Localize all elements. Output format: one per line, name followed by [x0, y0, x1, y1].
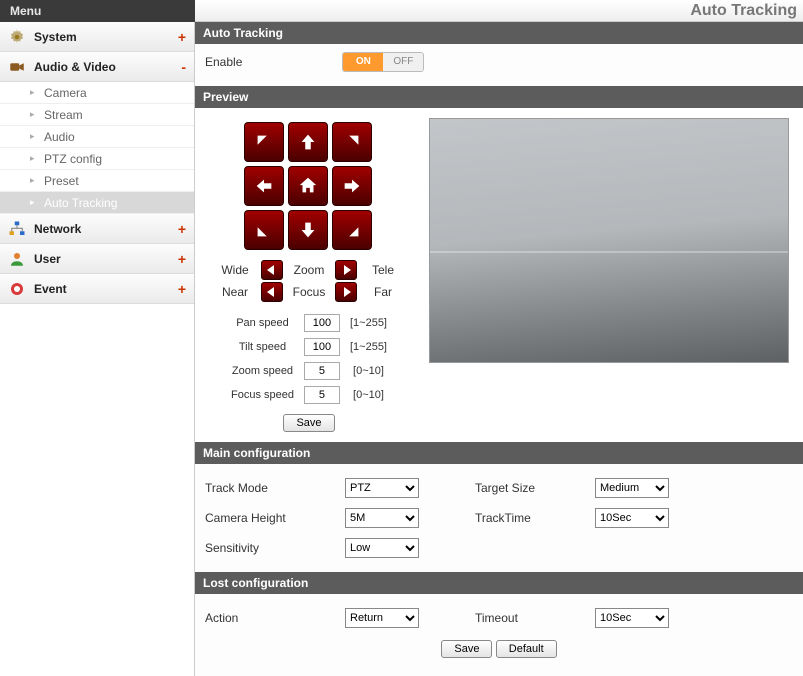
zoom-in-button[interactable]	[335, 260, 357, 280]
pan-speed-label: Pan speed	[227, 312, 298, 334]
ptz-home[interactable]	[288, 166, 328, 206]
expand-icon: +	[178, 221, 186, 237]
ptz-up-left[interactable]	[244, 122, 284, 162]
toggle-off[interactable]: OFF	[383, 53, 423, 71]
sidebar-item-auto-tracking[interactable]: ▸ Auto Tracking	[0, 192, 194, 214]
action-select[interactable]: Return	[345, 608, 419, 628]
sidebar-item-ptz-config[interactable]: ▸ PTZ config	[0, 148, 194, 170]
zoom-out-button[interactable]	[261, 260, 283, 280]
chevron-right-icon: ▸	[30, 131, 40, 142]
focus-near-button[interactable]	[261, 282, 283, 302]
focus-speed-range: [0~10]	[346, 384, 391, 406]
focus-far-label: Far	[363, 285, 403, 299]
zoom-label: Zoom	[289, 263, 329, 277]
zoom-speed-range: [0~10]	[346, 360, 391, 382]
sidebar-cat-label: Event	[34, 282, 67, 296]
camera-height-select[interactable]: 5M	[345, 508, 419, 528]
sidebar-item-label: Stream	[44, 108, 83, 122]
collapse-icon: -	[181, 59, 186, 75]
save-button[interactable]: Save	[441, 640, 492, 658]
zoom-wide-label: Wide	[215, 263, 255, 277]
pan-speed-range: [1~255]	[346, 312, 391, 334]
ptz-down-right[interactable]	[332, 210, 372, 250]
sidebar-cat-network[interactable]: Network +	[0, 214, 194, 244]
user-icon	[8, 250, 26, 268]
default-button[interactable]: Default	[496, 640, 557, 658]
ptz-down[interactable]	[288, 210, 328, 250]
ptz-down-left[interactable]	[244, 210, 284, 250]
zoom-tele-label: Tele	[363, 263, 403, 277]
sidebar-item-camera[interactable]: ▸ Camera	[0, 82, 194, 104]
section-header-main-config: Main configuration	[195, 442, 803, 464]
camera-height-label: Camera Height	[205, 511, 345, 525]
track-time-select[interactable]: 10Sec	[595, 508, 669, 528]
track-mode-label: Track Mode	[205, 481, 345, 495]
expand-icon: +	[178, 281, 186, 297]
tilt-speed-range: [1~255]	[346, 336, 391, 358]
sensitivity-select[interactable]: Low	[345, 538, 419, 558]
track-time-label: TrackTime	[475, 511, 595, 525]
chevron-right-icon: ▸	[30, 175, 40, 186]
tilt-speed-label: Tilt speed	[227, 336, 298, 358]
sidebar-item-label: PTZ config	[44, 152, 102, 166]
expand-icon: +	[178, 251, 186, 267]
camera-icon	[8, 58, 26, 76]
focus-speed-input[interactable]	[304, 386, 340, 404]
section-header-page: Auto Tracking	[195, 22, 803, 44]
enable-label: Enable	[205, 55, 242, 69]
sidebar-cat-system[interactable]: System +	[0, 22, 194, 52]
sidebar-item-audio[interactable]: ▸ Audio	[0, 126, 194, 148]
timeout-select[interactable]: 10Sec	[595, 608, 669, 628]
sidebar-cat-label: User	[34, 252, 61, 266]
expand-icon: +	[178, 29, 186, 45]
sidebar-cat-label: Network	[34, 222, 81, 236]
focus-far-button[interactable]	[335, 282, 357, 302]
zoom-speed-label: Zoom speed	[227, 360, 298, 382]
action-label: Action	[205, 611, 345, 625]
section-header-preview: Preview	[195, 86, 803, 108]
sidebar: System + Audio & Video - ▸ Camera ▸ Stream…	[0, 22, 195, 676]
sidebar-cat-label: Audio & Video	[34, 60, 116, 74]
sidebar-item-label: Auto Tracking	[44, 196, 117, 210]
ptz-up-right[interactable]	[332, 122, 372, 162]
sidebar-cat-audio-video[interactable]: Audio & Video -	[0, 52, 194, 82]
track-mode-select[interactable]: PTZ	[345, 478, 419, 498]
sidebar-item-label: Camera	[44, 86, 87, 100]
sidebar-item-label: Audio	[44, 130, 75, 144]
ptz-right[interactable]	[332, 166, 372, 206]
sidebar-cat-label: System	[34, 30, 77, 44]
pan-speed-input[interactable]	[304, 314, 340, 332]
target-size-label: Target Size	[475, 481, 595, 495]
gear-icon	[8, 28, 26, 46]
focus-speed-label: Focus speed	[227, 384, 298, 406]
sidebar-item-stream[interactable]: ▸ Stream	[0, 104, 194, 126]
enable-toggle[interactable]: ON OFF	[342, 52, 424, 72]
focus-near-label: Near	[215, 285, 255, 299]
chevron-right-icon: ▸	[30, 87, 40, 98]
section-header-lost-config: Lost configuration	[195, 572, 803, 594]
sidebar-cat-event[interactable]: Event +	[0, 274, 194, 304]
ptz-up[interactable]	[288, 122, 328, 162]
sensitivity-label: Sensitivity	[205, 541, 345, 555]
tilt-speed-input[interactable]	[304, 338, 340, 356]
chevron-right-icon: ▸	[30, 153, 40, 164]
focus-label: Focus	[289, 285, 329, 299]
ptz-save-button[interactable]: Save	[283, 414, 334, 432]
chevron-right-icon: ▸	[30, 109, 40, 120]
menu-header: Menu	[0, 0, 195, 22]
zoom-speed-input[interactable]	[304, 362, 340, 380]
page-title: Auto Tracking	[195, 0, 803, 22]
timeout-label: Timeout	[475, 611, 595, 625]
target-size-select[interactable]: Medium	[595, 478, 669, 498]
chevron-right-icon: ▸	[30, 197, 40, 208]
event-icon	[8, 280, 26, 298]
sidebar-item-label: Preset	[44, 174, 79, 188]
ptz-left[interactable]	[244, 166, 284, 206]
sidebar-item-preset[interactable]: ▸ Preset	[0, 170, 194, 192]
network-icon	[8, 220, 26, 238]
sidebar-cat-user[interactable]: User +	[0, 244, 194, 274]
toggle-on[interactable]: ON	[343, 53, 383, 71]
video-preview	[429, 118, 789, 363]
